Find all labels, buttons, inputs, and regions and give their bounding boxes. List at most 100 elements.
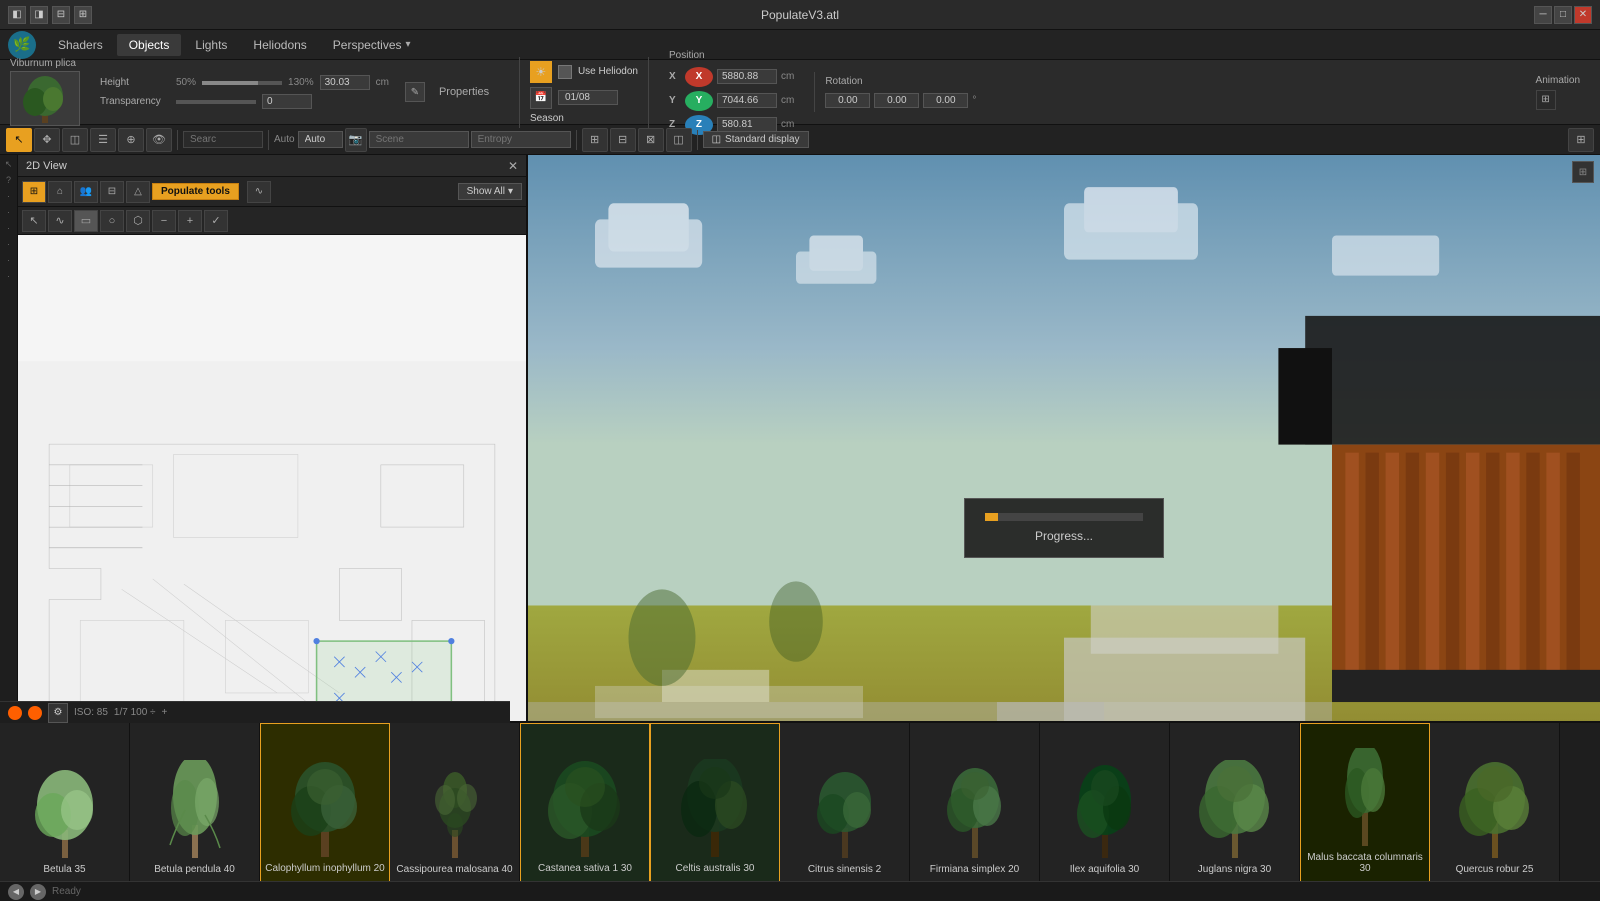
plant-item-citrus[interactable]: Citrus sinensis 2: [780, 723, 910, 883]
tool-rect-btn[interactable]: ▭: [74, 210, 98, 232]
plant-name-juglans: Juglans nigra 30: [1198, 864, 1271, 875]
3d-view-corner-icon[interactable]: ⊞: [1572, 161, 1594, 183]
2d-wave-btn[interactable]: ∿: [247, 181, 271, 203]
menu-objects[interactable]: Objects: [117, 34, 182, 56]
calendar-icon: 📅: [530, 87, 552, 109]
edit-icon[interactable]: ✎: [405, 82, 425, 102]
x-axis-label: X: [669, 71, 681, 82]
toolbar-sep-2: [268, 130, 269, 150]
toolbar-view4-btn[interactable]: ◫: [666, 128, 692, 152]
tool-minus-btn[interactable]: −: [152, 210, 176, 232]
toolbar-view2-btn[interactable]: ⊟: [610, 128, 636, 152]
tb-small-2[interactable]: ◨: [30, 6, 48, 24]
tool-circle-btn[interactable]: ○: [100, 210, 124, 232]
rot-x-input[interactable]: [825, 93, 870, 108]
toolbar-camera-btn[interactable]: 📷: [345, 128, 367, 152]
height-slider[interactable]: [202, 81, 282, 85]
plant-item-quercus[interactable]: Quercus robur 25: [1430, 723, 1560, 883]
rot-y-input[interactable]: [874, 93, 919, 108]
search-input[interactable]: [183, 131, 263, 148]
animation-expand-icon[interactable]: ⊞: [1536, 90, 1556, 110]
menu-perspectives[interactable]: Perspectives ▾: [321, 34, 423, 56]
tree-svg-castanea: [545, 759, 625, 859]
y-axis-button[interactable]: Y: [685, 91, 713, 111]
menu-shaders[interactable]: Shaders: [46, 34, 115, 56]
menu-lights[interactable]: Lights: [183, 34, 239, 56]
toolbar-list-btn[interactable]: ☰: [90, 128, 116, 152]
close-button[interactable]: ✕: [1574, 6, 1592, 24]
progress-bar-fill: [985, 513, 998, 521]
edit-icon-btn[interactable]: ✎: [405, 82, 425, 102]
plant-image-firmiana: [915, 740, 1035, 860]
toolbar-eye-btn[interactable]: 👁: [146, 128, 172, 152]
tool-poly-btn[interactable]: ⬡: [126, 210, 150, 232]
plant-item-firmiana[interactable]: Firmiana simplex 20: [910, 723, 1040, 883]
dot-btn-orange-2[interactable]: [28, 706, 42, 720]
height-max: 130%: [288, 77, 314, 88]
menu-heliodons[interactable]: Heliodons: [241, 34, 318, 56]
plant-item-malus[interactable]: Malus baccata columnaris 30: [1300, 723, 1430, 883]
minimize-button[interactable]: ─: [1534, 6, 1552, 24]
plant-item-calophyllum[interactable]: Calophyllum inophyllum 20: [260, 723, 390, 883]
entropy-input[interactable]: [471, 131, 571, 148]
toolbar-scene-btn[interactable]: ◫: [62, 128, 88, 152]
toolbar-view1-btn[interactable]: ⊞: [582, 128, 608, 152]
plant-item-celtis[interactable]: Celtis australis 30: [650, 723, 780, 883]
tool-plus-btn[interactable]: +: [178, 210, 202, 232]
2d-view-close-button[interactable]: ✕: [508, 159, 518, 173]
tb-small-4[interactable]: ⊞: [74, 6, 92, 24]
tool-cursor-btn[interactable]: ↖: [22, 210, 46, 232]
toolbar-view3-btn[interactable]: ⊠: [638, 128, 664, 152]
expand-btn[interactable]: ⊞: [1568, 128, 1594, 152]
x-position-input[interactable]: [717, 69, 777, 84]
expand-icon[interactable]: ⊞: [1568, 128, 1594, 152]
transparency-input[interactable]: [262, 94, 312, 109]
plant-item-cassipourea[interactable]: Cassipourea malosana 40: [390, 723, 520, 883]
show-all-button[interactable]: Show All ▾: [458, 183, 522, 200]
auto-label: Auto: [274, 134, 295, 145]
rot-z-input[interactable]: [923, 93, 968, 108]
auto-input[interactable]: [298, 131, 343, 148]
2d-grid-btn[interactable]: ⊞: [22, 181, 46, 203]
maximize-button[interactable]: □: [1554, 6, 1572, 24]
2d-triangle-btn[interactable]: △: [126, 181, 150, 203]
season-value[interactable]: [558, 90, 618, 105]
titlebar-filename: PopulateV3.atl: [761, 8, 839, 22]
properties-bar: Viburnum plica Height 50% 130% cm Transp…: [0, 60, 1600, 125]
toolbar-add-btn[interactable]: ⊕: [118, 128, 144, 152]
tool-wave-btn[interactable]: ∿: [48, 210, 72, 232]
x-axis-button[interactable]: X: [685, 67, 713, 87]
settings-cog-btn[interactable]: ⚙: [48, 703, 68, 723]
2d-house-btn[interactable]: ⌂: [48, 181, 72, 203]
z-position-input[interactable]: [717, 117, 777, 132]
tb-small-1[interactable]: ◧: [8, 6, 26, 24]
plant-image-citrus: [785, 740, 905, 860]
toolbar-move-btn[interactable]: ✥: [34, 128, 60, 152]
status-dot-2[interactable]: ▶: [30, 884, 46, 900]
use-heliodon-checkbox[interactable]: [558, 65, 572, 79]
plant-thumbnail-image: [15, 74, 75, 124]
sidebar-cursor-icon[interactable]: ↖: [2, 157, 16, 171]
plant-item-ilex[interactable]: Ilex aquifolia 30: [1040, 723, 1170, 883]
2d-view-toolbar: ⊞ ⌂ 👥 ⊟ △ Populate tools ∿ Show All ▾: [18, 177, 526, 207]
dot-btn-orange-1[interactable]: [8, 706, 22, 720]
standard-display-button[interactable]: ◫ Standard display: [703, 131, 809, 148]
y-position-input[interactable]: [717, 93, 777, 108]
plant-item-castanea[interactable]: Castanea sativa 1 30: [520, 723, 650, 883]
tb-small-3[interactable]: ⊟: [52, 6, 70, 24]
plant-item-betula-pendula[interactable]: Betula pendula 40: [130, 723, 260, 883]
populate-tools-button[interactable]: Populate tools: [152, 183, 239, 200]
sidebar-question-icon[interactable]: ?: [2, 173, 16, 187]
transparency-slider[interactable]: [176, 100, 256, 104]
2d-view-titlebar: 2D View ✕: [18, 155, 526, 177]
status-dot-1[interactable]: ◀: [8, 884, 24, 900]
toolbar-cursor-btn[interactable]: ↖: [6, 128, 32, 152]
tool-check-btn[interactable]: ✓: [204, 210, 228, 232]
plant-item-betula35[interactable]: Betula 35: [0, 723, 130, 883]
plant-item-juglans[interactable]: Juglans nigra 30: [1170, 723, 1300, 883]
height-input[interactable]: [320, 75, 370, 90]
plant-name: Viburnum plica: [10, 58, 80, 69]
2d-box-btn[interactable]: ⊟: [100, 181, 124, 203]
2d-people-btn[interactable]: 👥: [74, 181, 98, 203]
scene-input[interactable]: [369, 131, 469, 148]
